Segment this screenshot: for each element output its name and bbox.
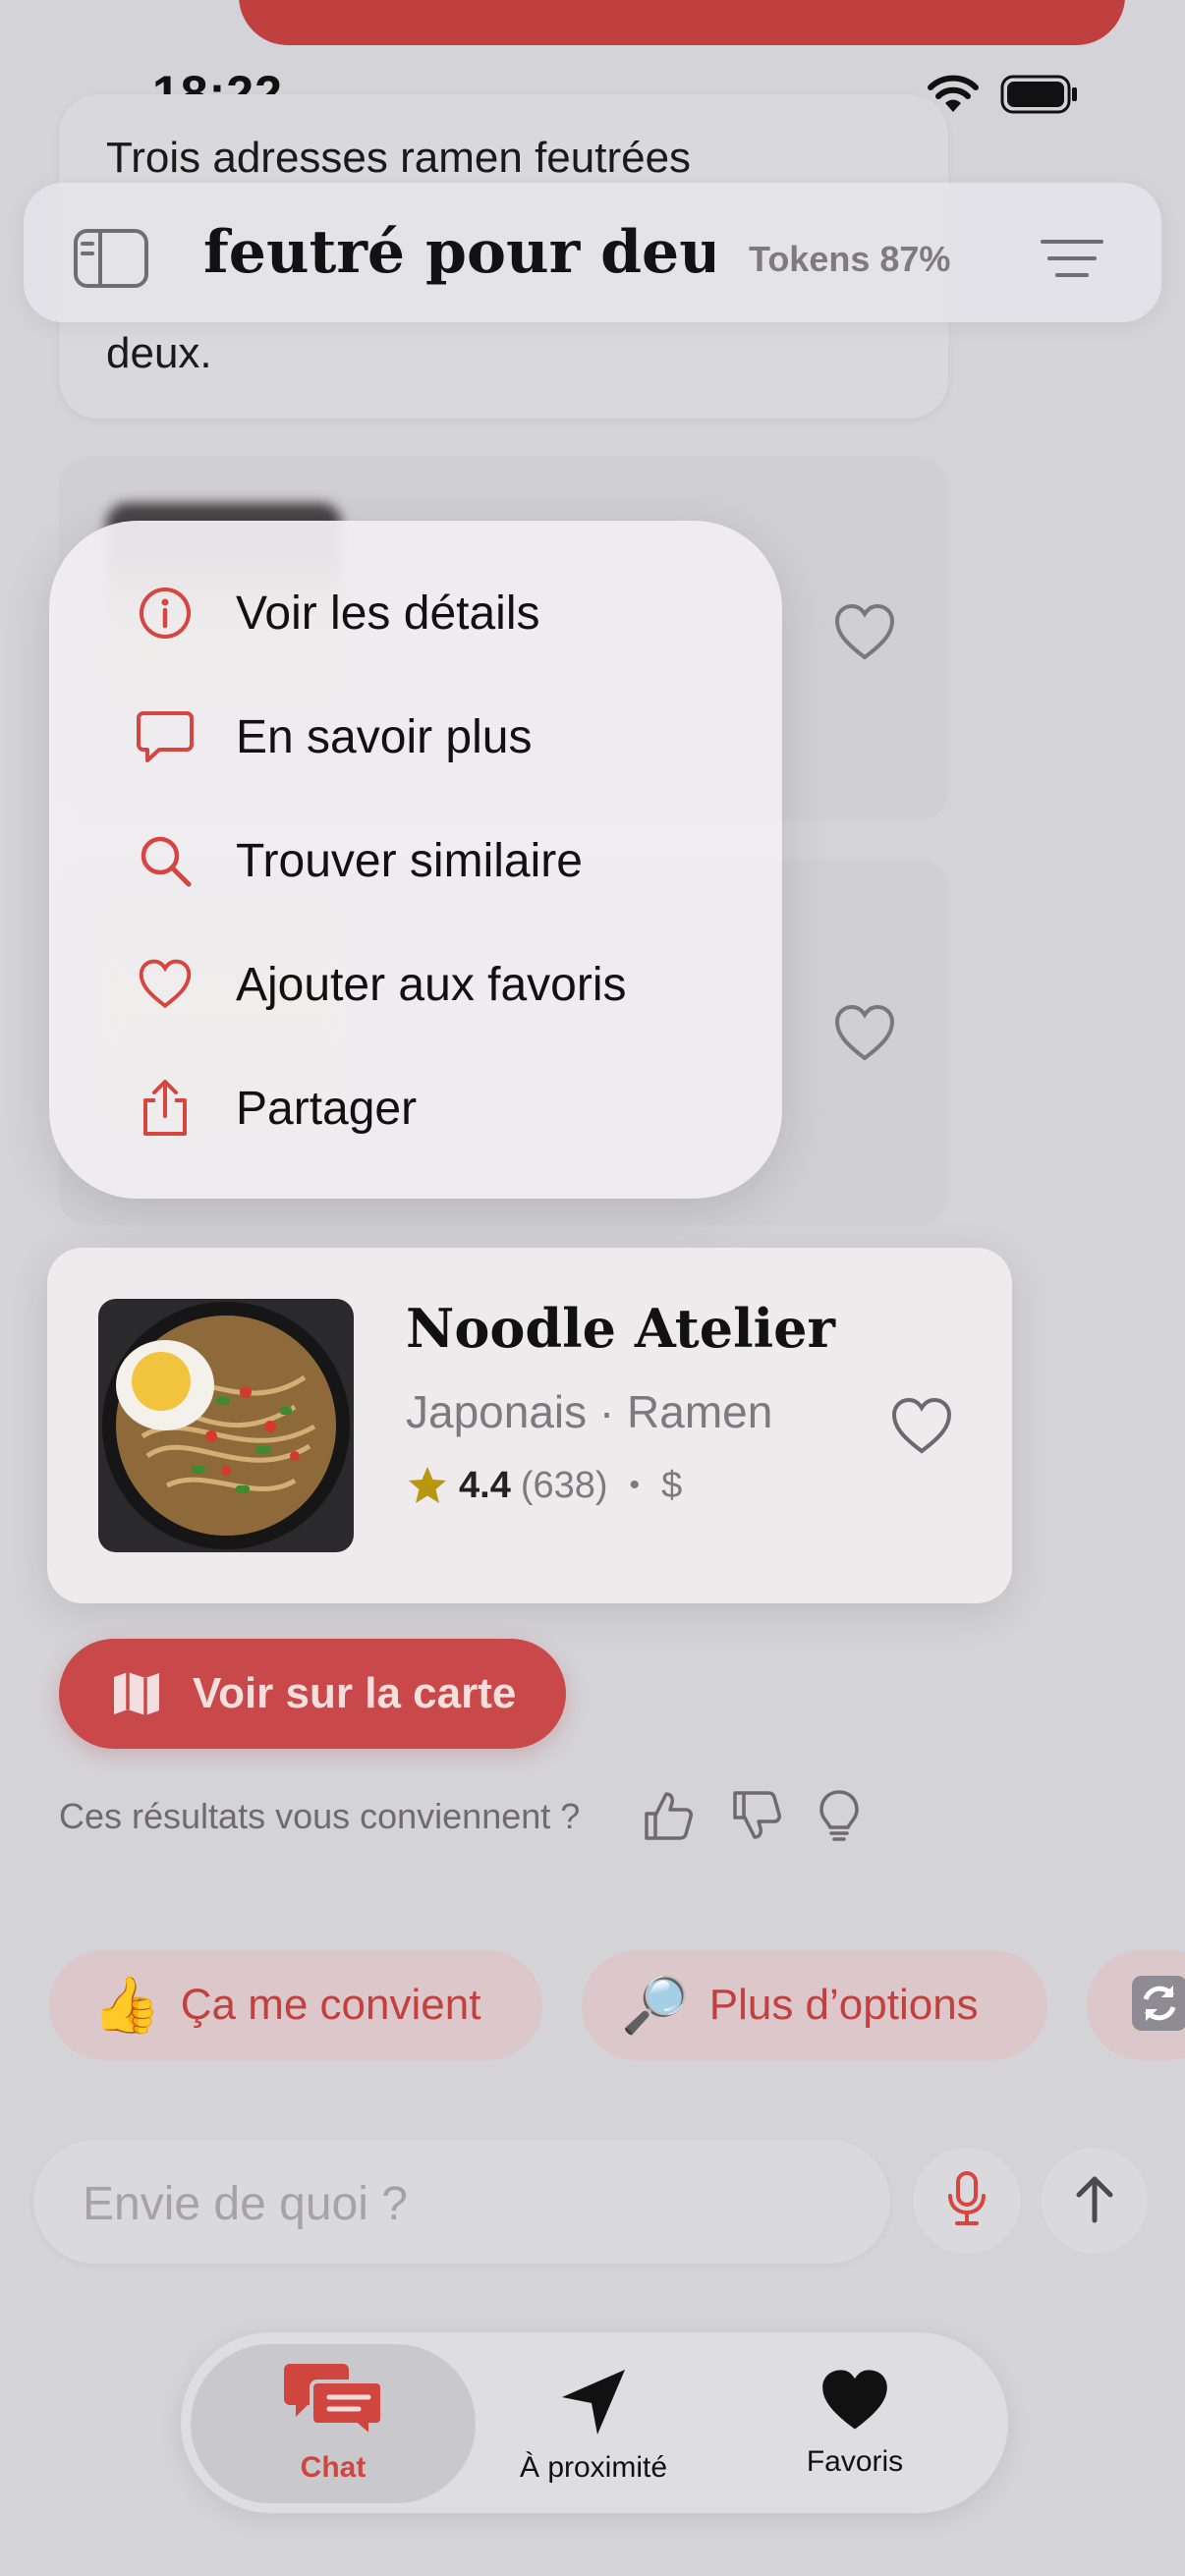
share-icon <box>134 1077 197 1140</box>
chip-label: Plus d’options <box>708 1981 979 2029</box>
page-title: feutré pour deu <box>203 218 714 287</box>
tab-chat[interactable]: Chat <box>250 2360 417 2485</box>
tab-nearby[interactable]: À proximité <box>495 2366 692 2485</box>
send-button[interactable] <box>1042 2148 1148 2254</box>
location-arrow-icon <box>558 2366 629 2443</box>
menu-item-find-similar[interactable]: Trouver similaire <box>134 821 583 900</box>
thumbs-up-icon[interactable] <box>641 1788 696 1843</box>
rating-value: 4.4 <box>459 1464 511 1506</box>
restaurant-name: Noodle Atelier <box>406 1297 835 1360</box>
assistant-message-text: Trois adresses ramen feutrées <box>106 134 692 182</box>
feedback-question: Ces résultats vous conviennent ? <box>59 1796 581 1836</box>
review-count: (638) <box>520 1464 608 1506</box>
thumbs-up-emoji-icon: 👍 <box>92 1974 161 2036</box>
menu-item-details[interactable]: Voir les détails <box>134 574 540 652</box>
microphone-icon <box>945 2170 988 2232</box>
chip-more-options[interactable]: 🔎 Plus d’options <box>582 1950 1047 2060</box>
favorite-heart-icon[interactable] <box>833 603 896 662</box>
chat-bubbles-icon <box>282 2360 384 2443</box>
thumbs-down-icon[interactable] <box>729 1788 784 1843</box>
chip-refresh[interactable] <box>1087 1950 1185 2060</box>
magnifier-emoji-icon: 🔎 <box>621 1974 690 2036</box>
menu-item-label: Ajouter aux favoris <box>236 958 627 1011</box>
previous-user-message-bubble <box>239 0 1125 45</box>
filter-menu-icon[interactable] <box>1040 238 1104 279</box>
chip-sounds-good[interactable]: 👍 Ça me convient <box>49 1950 542 2060</box>
tab-favorites[interactable]: Favoris <box>776 2368 933 2479</box>
heart-icon <box>134 953 197 1016</box>
heart-filled-icon <box>820 2368 889 2437</box>
menu-item-label: Trouver similaire <box>236 834 583 887</box>
message-input-placeholder: Envie de quoi ? <box>83 2178 408 2230</box>
menu-item-label: En savoir plus <box>236 710 533 763</box>
view-on-map-label: Voir sur la carte <box>193 1669 517 1717</box>
menu-item-share[interactable]: Partager <box>134 1069 417 1148</box>
chip-label: Ça me convient <box>180 1981 481 2029</box>
menu-item-label: Voir les détails <box>236 587 540 640</box>
menu-item-label: Partager <box>236 1082 418 1135</box>
star-icon <box>406 1464 449 1507</box>
view-on-map-button[interactable]: Voir sur la carte <box>59 1639 566 1749</box>
favorite-heart-icon[interactable] <box>890 1397 953 1456</box>
price-level: $ <box>661 1464 683 1506</box>
chat-bubble-icon <box>134 705 197 768</box>
restaurant-rating: 4.4 (638) • $ <box>406 1464 682 1507</box>
battery-icon <box>1000 75 1079 114</box>
tab-label: Chat <box>300 2451 367 2484</box>
menu-item-learn-more[interactable]: En savoir plus <box>134 698 532 776</box>
map-icon <box>110 1669 163 1718</box>
info-icon <box>134 582 197 644</box>
search-icon <box>134 829 197 892</box>
tab-label: Favoris <box>806 2445 904 2478</box>
menu-item-add-favorite[interactable]: Ajouter aux favoris <box>134 945 627 1024</box>
arrow-up-icon <box>1073 2173 1116 2229</box>
restaurant-photo <box>98 1299 354 1552</box>
separator: • <box>629 1469 641 1501</box>
assistant-message-text-end: deux. <box>106 329 212 377</box>
refresh-icon <box>1130 1974 1185 2038</box>
tokens-usage: Tokens 87% <box>749 239 951 279</box>
sidebar-toggle-icon[interactable] <box>73 228 149 289</box>
favorite-heart-icon[interactable] <box>833 1004 896 1063</box>
lightbulb-icon[interactable] <box>812 1788 867 1843</box>
tab-label: À proximité <box>519 2451 668 2484</box>
microphone-button[interactable] <box>914 2148 1020 2254</box>
restaurant-cuisine: Japonais · Ramen <box>406 1386 773 1437</box>
